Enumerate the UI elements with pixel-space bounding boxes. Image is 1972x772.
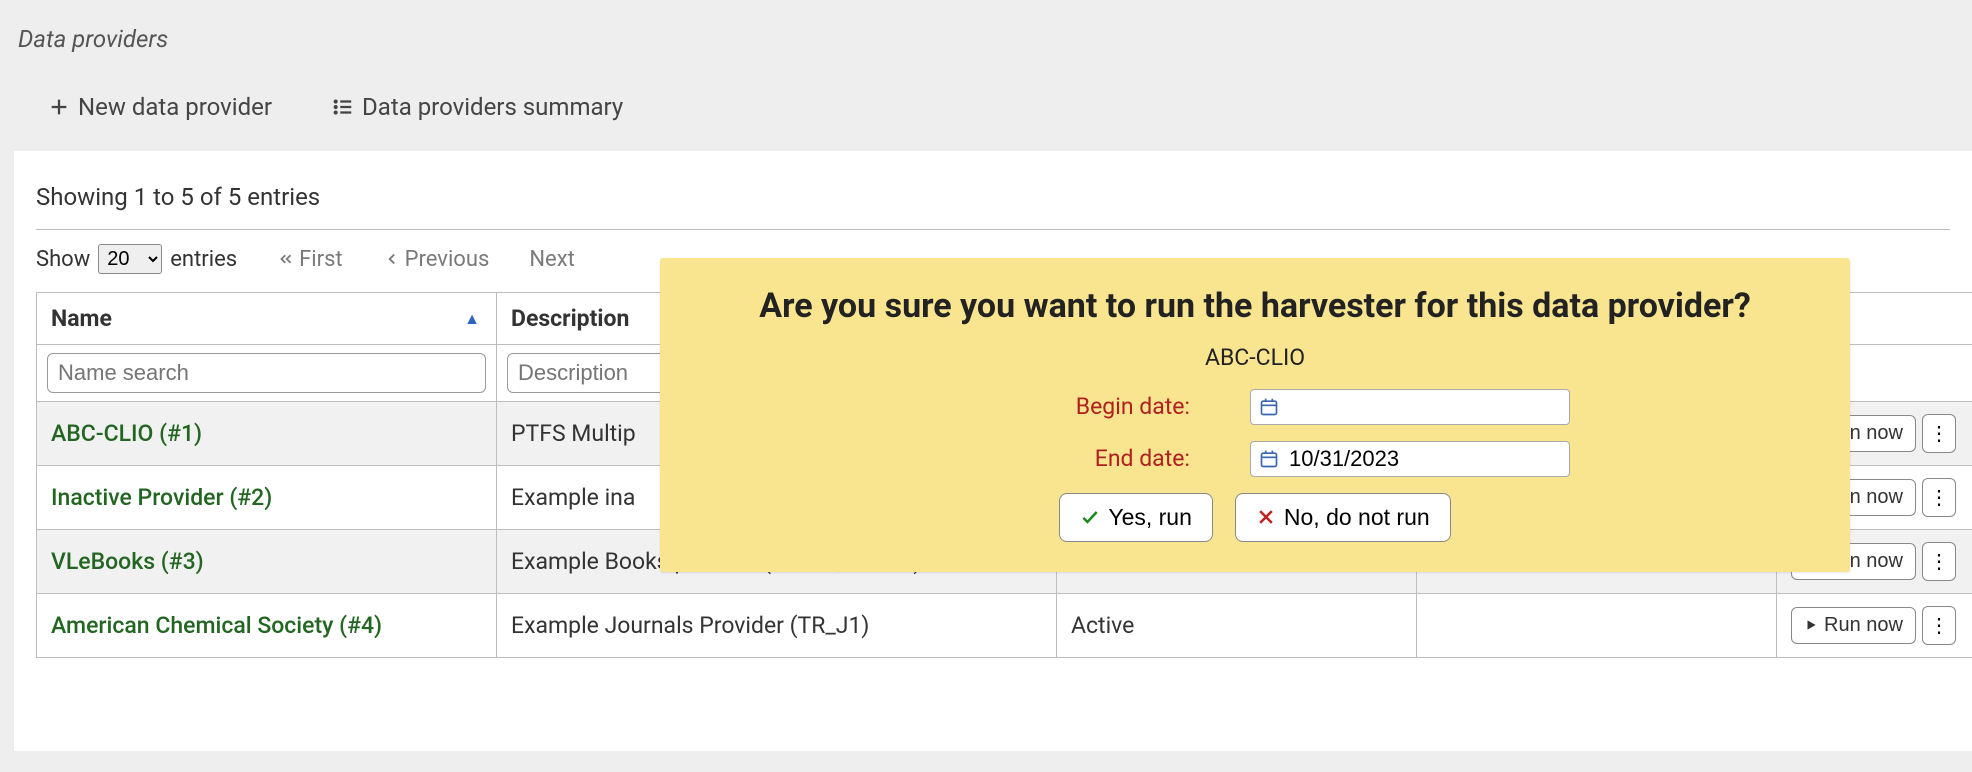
entries-select[interactable]: 102050100 bbox=[98, 244, 162, 274]
name-cell: ABC-CLIO (#1) bbox=[37, 402, 497, 466]
provider-link[interactable]: VLeBooks (#3) bbox=[51, 548, 204, 575]
name-cell: American Chemical Society (#4) bbox=[37, 594, 497, 658]
no-label: No, do not run bbox=[1284, 504, 1430, 531]
run-now-button[interactable]: Run now bbox=[1791, 607, 1916, 644]
data-providers-summary-button[interactable]: Data providers summary bbox=[332, 93, 623, 121]
provider-link[interactable]: Inactive Provider (#2) bbox=[51, 484, 272, 511]
description-cell: Example Journals Provider (TR_J1) bbox=[497, 594, 1057, 658]
end-date-input[interactable] bbox=[1289, 446, 1561, 472]
new-data-provider-button[interactable]: New data provider bbox=[48, 93, 272, 121]
pager-next[interactable]: Next bbox=[529, 247, 574, 272]
sort-asc-icon: ▲ bbox=[464, 309, 480, 329]
confirm-run-modal: Are you sure you want to run the harvest… bbox=[660, 258, 1850, 572]
summary-label: Data providers summary bbox=[362, 93, 623, 121]
show-entries: Show 102050100 entries bbox=[36, 244, 237, 274]
toolbar: New data provider Data providers summary bbox=[0, 53, 1972, 151]
no-run-button[interactable]: No, do not run bbox=[1235, 493, 1451, 542]
begin-date-field[interactable] bbox=[1250, 389, 1570, 425]
actions-cell: Run now ⋮ bbox=[1777, 594, 1972, 658]
name-cell: Inactive Provider (#2) bbox=[37, 466, 497, 530]
modal-title: Are you sure you want to run the harvest… bbox=[710, 284, 1800, 330]
col-name-label: Name bbox=[51, 305, 112, 332]
pager-first-label: First bbox=[299, 247, 343, 272]
yes-run-button[interactable]: Yes, run bbox=[1059, 493, 1213, 542]
modal-provider-name: ABC-CLIO bbox=[710, 344, 1800, 371]
show-prefix: Show bbox=[36, 247, 90, 272]
table-row: American Chemical Society (#4) Example J… bbox=[37, 594, 1972, 658]
pager-next-label: Next bbox=[529, 247, 574, 272]
check-icon bbox=[1080, 507, 1100, 527]
last-run-cell bbox=[1417, 594, 1777, 658]
plus-icon bbox=[48, 96, 70, 118]
chevron-left-icon bbox=[383, 250, 401, 268]
chevrons-left-icon bbox=[277, 250, 295, 268]
play-icon bbox=[1804, 618, 1818, 632]
end-date-label: End date: bbox=[940, 445, 1190, 472]
provider-link[interactable]: American Chemical Society (#4) bbox=[51, 612, 382, 639]
more-actions-button[interactable]: ⋮ bbox=[1922, 478, 1956, 517]
pager: First Previous Next bbox=[277, 247, 575, 272]
page-title: Data providers bbox=[0, 0, 1972, 53]
pager-previous[interactable]: Previous bbox=[383, 247, 490, 272]
name-search-input[interactable] bbox=[47, 353, 486, 393]
x-icon bbox=[1256, 507, 1276, 527]
show-suffix: entries bbox=[170, 247, 237, 272]
separator bbox=[36, 229, 1950, 230]
pager-previous-label: Previous bbox=[405, 247, 490, 272]
col-name[interactable]: Name ▲ bbox=[37, 293, 497, 345]
list-icon bbox=[332, 96, 354, 118]
modal-form: Begin date: End date: bbox=[710, 389, 1800, 477]
pager-first[interactable]: First bbox=[277, 247, 343, 272]
provider-link[interactable]: ABC-CLIO (#1) bbox=[51, 420, 202, 447]
yes-label: Yes, run bbox=[1108, 504, 1192, 531]
calendar-icon bbox=[1259, 397, 1279, 417]
more-actions-button[interactable]: ⋮ bbox=[1922, 542, 1956, 581]
begin-date-input[interactable] bbox=[1289, 394, 1561, 420]
more-actions-button[interactable]: ⋮ bbox=[1922, 414, 1956, 453]
entries-info: Showing 1 to 5 of 5 entries bbox=[36, 171, 1950, 229]
run-label: Run now bbox=[1824, 614, 1903, 637]
new-data-provider-label: New data provider bbox=[78, 93, 272, 121]
calendar-icon bbox=[1259, 449, 1279, 469]
more-actions-button[interactable]: ⋮ bbox=[1922, 606, 1956, 645]
modal-actions: Yes, run No, do not run bbox=[710, 493, 1800, 542]
status-cell: Active bbox=[1057, 594, 1417, 658]
end-date-field[interactable] bbox=[1250, 441, 1570, 477]
name-cell: VLeBooks (#3) bbox=[37, 530, 497, 594]
begin-date-label: Begin date: bbox=[940, 393, 1190, 420]
